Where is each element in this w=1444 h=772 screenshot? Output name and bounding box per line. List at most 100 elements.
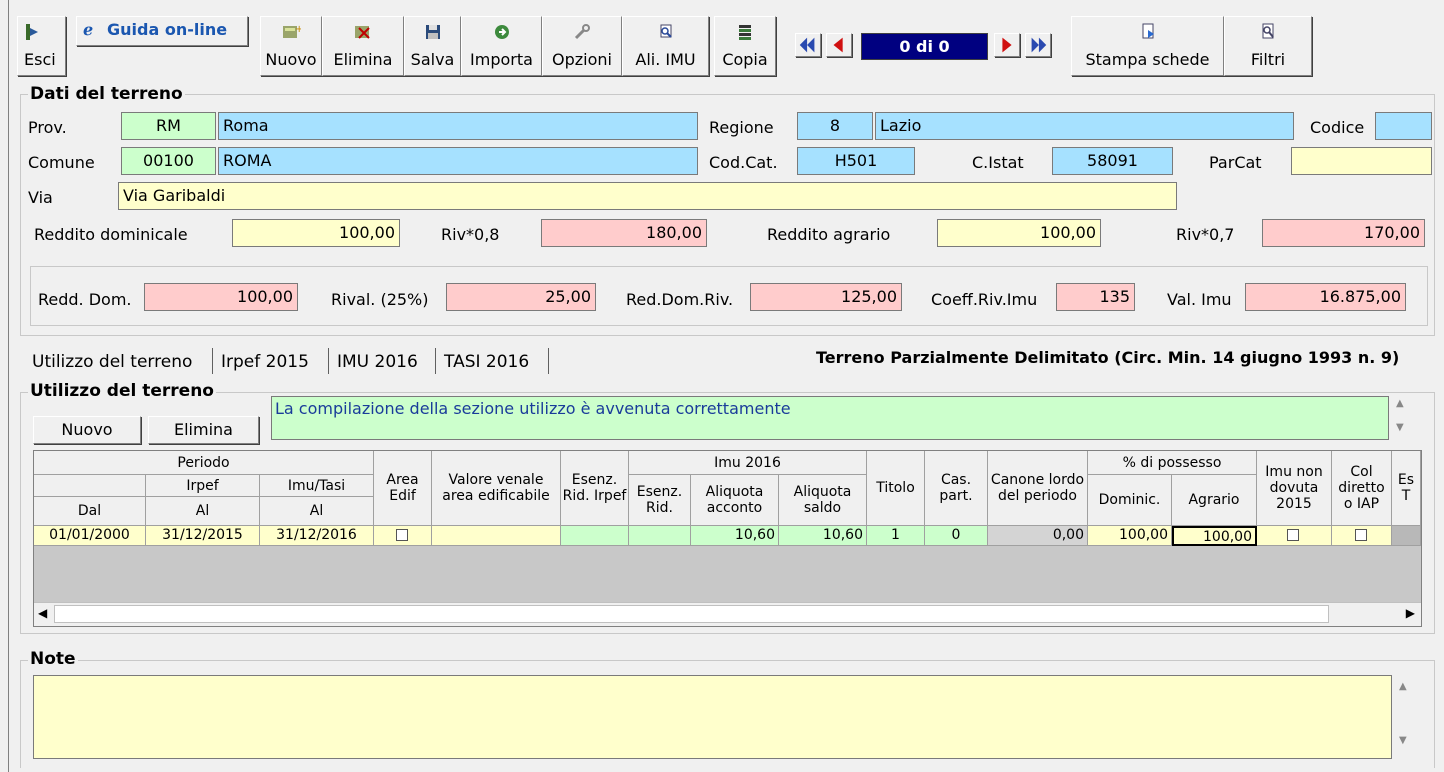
window-left-border: [8, 0, 9, 772]
col-header-irpef: Irpef: [146, 475, 260, 497]
first-record-button[interactable]: [795, 33, 821, 57]
codcat-field[interactable]: H501: [797, 147, 915, 175]
cell-esenz-rid[interactable]: [629, 526, 691, 546]
print-document-icon: [1142, 23, 1154, 39]
cell-es: [1392, 526, 1421, 546]
riv07-label: Riv*0,7: [1176, 225, 1235, 244]
esci-button[interactable]: Esci: [17, 16, 66, 76]
riv08-label: Riv*0,8: [441, 225, 500, 244]
parcat-field[interactable]: [1291, 147, 1432, 175]
col-header-cas-part: Cas. part.: [925, 451, 988, 526]
col-header-dominic: Dominic.: [1088, 475, 1172, 526]
cell-aliquota-saldo[interactable]: 10,60: [779, 526, 867, 546]
stampa-schede-button[interactable]: Stampa schede: [1071, 16, 1224, 76]
grid-horizontal-scrollbar[interactable]: ◀ ▶: [34, 602, 1421, 626]
next-record-button[interactable]: [994, 33, 1020, 57]
last-record-button[interactable]: [1025, 33, 1051, 57]
exit-icon: [26, 24, 38, 40]
regione-name-field[interactable]: Lazio: [875, 112, 1294, 140]
delete-record-icon: [355, 26, 370, 39]
save-icon: [425, 25, 440, 39]
col-header-periodo: Periodo: [34, 451, 374, 475]
tab-tasi[interactable]: TASI 2016: [444, 352, 529, 372]
rival-field[interactable]: 25,00: [446, 283, 596, 311]
reddito-agrario-label: Reddito agrario: [767, 225, 891, 244]
scroll-up-icon: ▲: [1399, 681, 1407, 692]
cell-esenz-irpef[interactable]: [561, 526, 629, 546]
reddito-dominicale-field[interactable]: 100,00: [232, 219, 400, 247]
elimina-toolbar-button[interactable]: Elimina: [322, 16, 404, 76]
scroll-up-icon: ▲: [1396, 398, 1404, 409]
copia-button[interactable]: Copia: [714, 16, 776, 76]
col-header-imu2016: Imu 2016: [629, 451, 867, 475]
importa-button[interactable]: Importa: [461, 16, 542, 76]
cell-agrario[interactable]: 100,00: [1172, 526, 1257, 546]
col-header-esenz-irpef: Esenz. Rid. Irpef: [561, 451, 629, 526]
utilizzo-nuovo-button[interactable]: Nuovo: [33, 416, 141, 444]
redd-dom-field[interactable]: 100,00: [144, 283, 298, 311]
tab-separator: [328, 348, 329, 374]
cell-al-irpef[interactable]: 31/12/2015: [146, 526, 260, 546]
reddomriv-label: Red.Dom.Riv.: [626, 290, 734, 309]
ali-imu-button[interactable]: Ali. IMU: [622, 16, 709, 76]
cistat-field[interactable]: 58091: [1052, 147, 1173, 175]
note-scrollbar[interactable]: ▲ ▼: [1394, 675, 1414, 759]
riv07-field[interactable]: 170,00: [1262, 219, 1425, 247]
scroll-down-icon: ▼: [1399, 735, 1407, 746]
riv08-field[interactable]: 180,00: [541, 219, 707, 247]
cell-cas-part[interactable]: 0: [925, 526, 988, 546]
col-header-agrario: Agrario: [1172, 475, 1257, 526]
last-record-icon: [1031, 37, 1047, 53]
tab-utilizzo[interactable]: Utilizzo del terreno: [32, 352, 192, 372]
codice-field[interactable]: [1375, 112, 1432, 140]
nuovo-toolbar-button[interactable]: + Nuovo: [260, 16, 322, 76]
col-header-aliquota-acconto: Aliquota acconto: [691, 475, 779, 526]
imu-non-dovuta-checkbox[interactable]: [1287, 529, 1299, 541]
cell-col-diretto[interactable]: [1332, 526, 1392, 546]
scroll-right-icon[interactable]: ▶: [1406, 606, 1415, 620]
regione-code-field[interactable]: 8: [797, 112, 873, 140]
area-edif-checkbox[interactable]: [396, 529, 408, 541]
prov-code-field[interactable]: RM: [121, 112, 216, 140]
comune-cap-field[interactable]: 00100: [121, 147, 216, 175]
via-field[interactable]: Via Garibaldi: [118, 182, 1177, 210]
tab-irpef[interactable]: Irpef 2015: [221, 352, 309, 372]
col-header-esenz-rid: Esenz. Rid.: [629, 475, 691, 526]
col-diretto-checkbox[interactable]: [1355, 529, 1367, 541]
scroll-left-icon[interactable]: ◀: [38, 606, 47, 620]
new-record-icon: +: [283, 24, 301, 38]
magnifier-icon: [660, 24, 672, 38]
message-scrollbar[interactable]: ▲ ▼: [1391, 396, 1411, 440]
val-imu-field[interactable]: 16.875,00: [1245, 283, 1406, 311]
tab-separator: [435, 348, 436, 374]
tab-imu[interactable]: IMU 2016: [337, 352, 418, 372]
cell-al-imu[interactable]: 31/12/2016: [260, 526, 374, 546]
comune-name-field[interactable]: ROMA: [218, 147, 698, 175]
guida-online-button[interactable]: ℯ Guida on-line: [76, 16, 248, 46]
salva-button[interactable]: Salva: [404, 16, 461, 76]
cell-imu-non-dovuta[interactable]: [1257, 526, 1332, 546]
coeff-riv-imu-field[interactable]: 135: [1056, 283, 1135, 311]
tab-caption: Terreno Parzialmente Delimitato (Circ. M…: [816, 348, 1400, 367]
filtri-button[interactable]: Filtri: [1224, 16, 1312, 76]
cell-aliquota-acconto[interactable]: 10,60: [691, 526, 779, 546]
prov-name-field[interactable]: Roma: [218, 112, 698, 140]
prev-record-button[interactable]: [826, 33, 852, 57]
scrollbar-thumb[interactable]: [54, 605, 1329, 623]
tab-separator: [212, 348, 213, 374]
cell-valore-venale[interactable]: [432, 526, 561, 546]
utilizzo-elimina-button[interactable]: Elimina: [148, 416, 259, 444]
record-counter: 0 di 0: [861, 33, 988, 60]
cell-dominic[interactable]: 100,00: [1088, 526, 1172, 546]
cell-titolo[interactable]: 1: [867, 526, 925, 546]
reddomriv-field[interactable]: 125,00: [750, 283, 902, 311]
opzioni-button[interactable]: Opzioni: [542, 16, 622, 76]
col-header-aliquota-saldo: Aliquota saldo: [779, 475, 867, 526]
cell-dal[interactable]: 01/01/2000: [34, 526, 146, 546]
first-record-icon: [799, 37, 815, 53]
note-title: Note: [28, 649, 78, 669]
cell-area-edif[interactable]: [374, 526, 432, 546]
reddito-agrario-field[interactable]: 100,00: [937, 219, 1101, 247]
cistat-label: C.Istat: [972, 153, 1024, 172]
note-textarea[interactable]: [33, 675, 1392, 759]
